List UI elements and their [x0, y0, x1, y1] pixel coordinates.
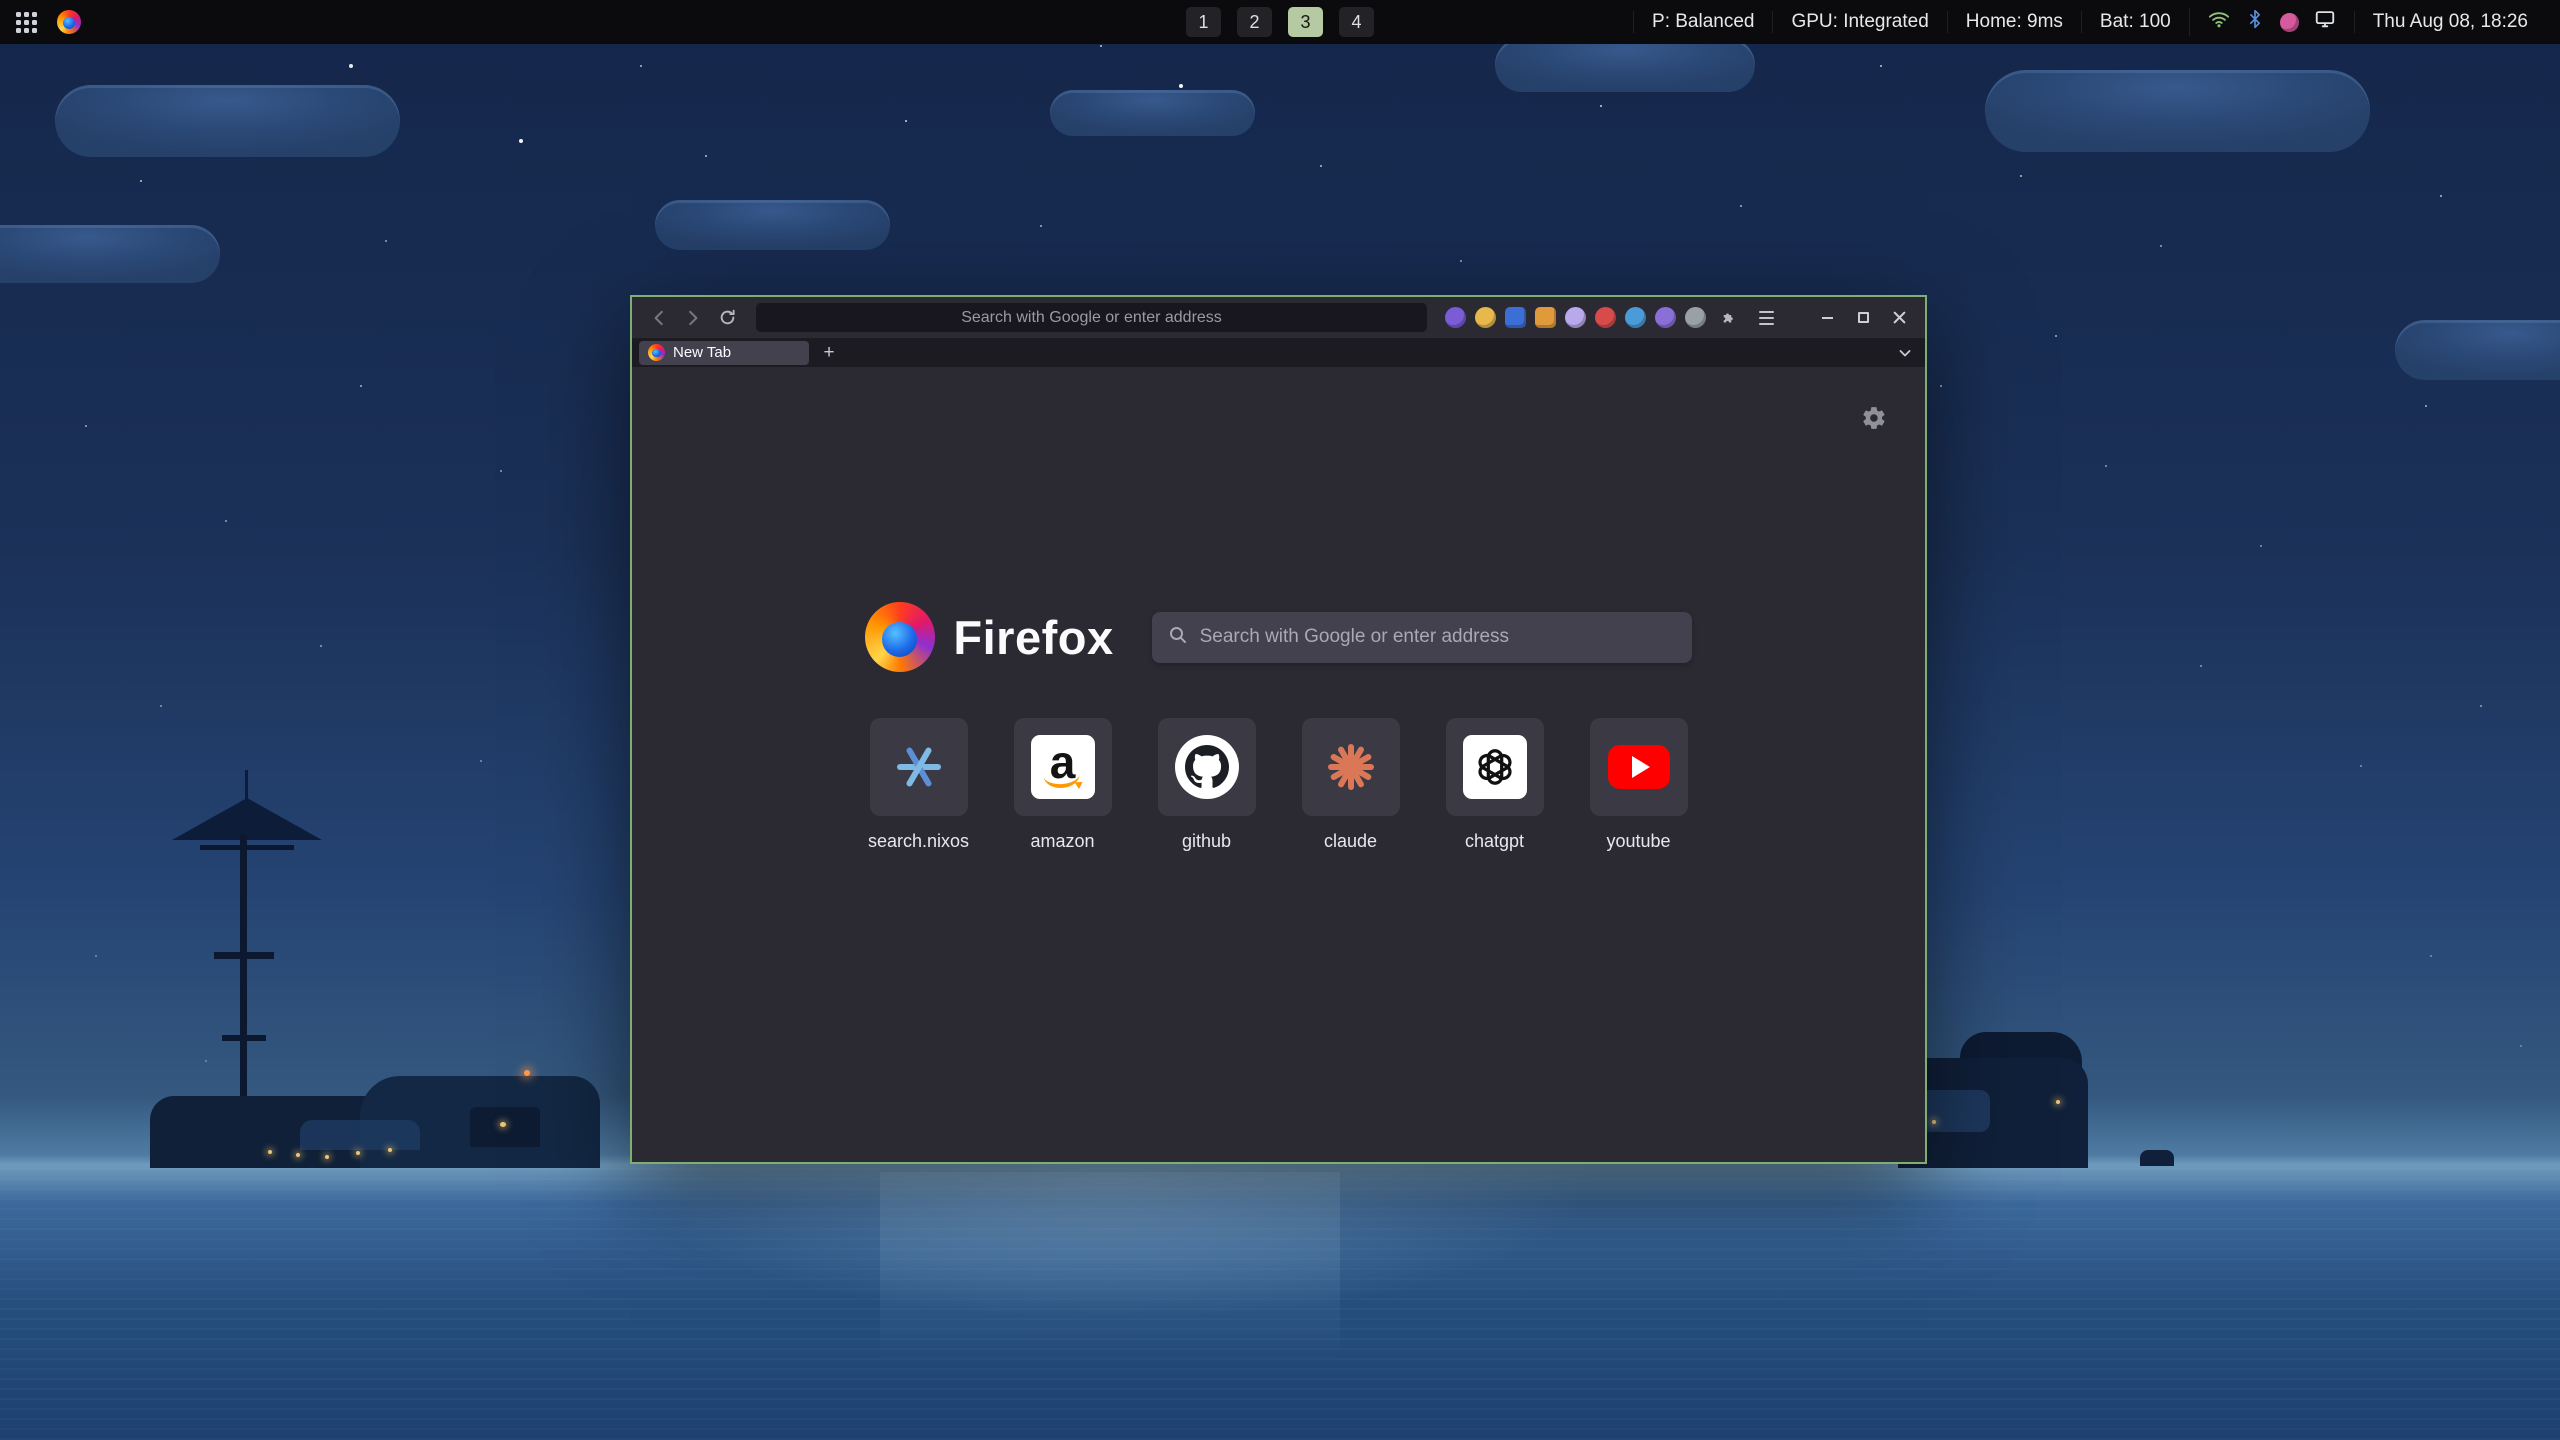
- url-bar[interactable]: [756, 303, 1427, 332]
- dock-light: [296, 1153, 300, 1157]
- reload-button[interactable]: [712, 304, 742, 332]
- shortcut-search-nixos[interactable]: search.nixos: [870, 718, 968, 852]
- workspace-1[interactable]: 1: [1186, 7, 1221, 37]
- firefox-window: New Tab + Firefox: [630, 295, 1927, 1164]
- tab-new-tab[interactable]: New Tab: [639, 341, 809, 365]
- back-button[interactable]: [644, 304, 674, 332]
- claude-icon: [1325, 741, 1377, 793]
- island-light: [2056, 1100, 2060, 1104]
- extension-icon-9[interactable]: [1685, 307, 1706, 328]
- browser-toolbar: [632, 297, 1925, 338]
- extension-icon-2[interactable]: [1475, 307, 1496, 328]
- shortcut-claude[interactable]: claude: [1302, 718, 1400, 852]
- newtab-hero: Firefox: [632, 602, 1925, 672]
- workspace-4[interactable]: 4: [1339, 7, 1374, 37]
- tab-strip: New Tab +: [632, 338, 1925, 367]
- cloud: [55, 85, 400, 157]
- shortcut-amazon[interactable]: a amazon: [1014, 718, 1112, 852]
- ping-status: Home: 9ms: [1947, 11, 2081, 33]
- cloud: [1495, 38, 1755, 92]
- extensions-puzzle-icon[interactable]: [1715, 304, 1743, 332]
- newtab-search-input[interactable]: [1200, 626, 1676, 648]
- shortcut-label: search.nixos: [868, 831, 969, 852]
- shortcut-label: amazon: [1030, 831, 1094, 852]
- desktop: 1 2 3 4 P: Balanced GPU: Integrated Home…: [0, 0, 2560, 1440]
- shortcut-youtube[interactable]: youtube: [1590, 718, 1688, 852]
- dock-light: [356, 1151, 360, 1155]
- clock: Thu Aug 08, 18:26: [2354, 11, 2546, 33]
- close-button[interactable]: [1885, 305, 1913, 331]
- hut: [470, 1107, 540, 1147]
- bluetooth-icon[interactable]: [2245, 9, 2265, 35]
- newtab-search-bar[interactable]: [1152, 612, 1692, 663]
- maximize-button[interactable]: [1849, 305, 1877, 331]
- shortcut-label: chatgpt: [1465, 831, 1524, 852]
- new-tab-button[interactable]: +: [816, 341, 842, 365]
- pink-indicator-icon[interactable]: [2280, 13, 2299, 32]
- forward-button[interactable]: [678, 304, 708, 332]
- shortcut-grid: search.nixos a amazon: [632, 718, 1925, 852]
- status-bar-right: P: Balanced GPU: Integrated Home: 9ms Ba…: [1633, 8, 2560, 36]
- firefox-logo: [865, 602, 935, 672]
- extension-icon-6[interactable]: [1595, 307, 1616, 328]
- cloud: [0, 225, 220, 283]
- settings-gear-icon[interactable]: [1861, 405, 1887, 436]
- amazon-icon: a: [1031, 735, 1095, 799]
- extension-icon-5[interactable]: [1565, 307, 1586, 328]
- menu-icon[interactable]: [1752, 304, 1780, 332]
- cloud: [1985, 70, 2370, 152]
- firefox-wordmark: Firefox: [953, 610, 1113, 665]
- dock-light: [388, 1148, 392, 1152]
- search-icon: [1168, 625, 1188, 650]
- battery-status: Bat: 100: [2081, 11, 2189, 33]
- tower-light: [524, 1070, 530, 1076]
- apps-grid-icon[interactable]: [16, 12, 37, 33]
- workspace-switcher: 1 2 3 4: [1186, 7, 1374, 37]
- extension-icon-1[interactable]: [1445, 307, 1466, 328]
- extension-icon-8[interactable]: [1655, 307, 1676, 328]
- extension-icon-4[interactable]: [1535, 307, 1556, 328]
- cloud: [1050, 90, 1255, 136]
- cloud: [2395, 320, 2560, 380]
- github-icon: [1175, 735, 1239, 799]
- shortcut-chatgpt[interactable]: chatgpt: [1446, 718, 1544, 852]
- hut-light: [500, 1122, 506, 1127]
- extension-icon-7[interactable]: [1625, 307, 1646, 328]
- url-input[interactable]: [756, 303, 1427, 332]
- shortcut-github[interactable]: github: [1158, 718, 1256, 852]
- nixos-icon: [893, 741, 945, 793]
- workspace-3[interactable]: 3: [1288, 7, 1323, 37]
- window-controls: [1813, 305, 1913, 331]
- water-reflection: [880, 1172, 1340, 1382]
- chatgpt-icon: [1463, 735, 1527, 799]
- dock-light: [325, 1155, 329, 1159]
- minimize-button[interactable]: [1813, 305, 1841, 331]
- cloud: [655, 200, 890, 250]
- workspace-2[interactable]: 2: [1237, 7, 1272, 37]
- status-bar-left: [0, 10, 81, 34]
- extension-icon-3[interactable]: [1505, 307, 1526, 328]
- youtube-icon: [1608, 745, 1670, 789]
- shortcut-label: youtube: [1606, 831, 1670, 852]
- new-tab-page: Firefox search.nixos: [632, 367, 1925, 1162]
- firefox-tab-icon: [648, 344, 665, 361]
- gpu-status: GPU: Integrated: [1772, 11, 1946, 33]
- extensions-cluster: [1445, 304, 1780, 332]
- display-icon[interactable]: [2314, 8, 2336, 36]
- dock-light: [268, 1150, 272, 1154]
- shortcut-label: claude: [1324, 831, 1377, 852]
- shortcut-label: github: [1182, 831, 1231, 852]
- wifi-icon[interactable]: [2208, 8, 2230, 36]
- island-light: [1932, 1120, 1936, 1124]
- tab-title: New Tab: [673, 344, 731, 361]
- status-icons: [2189, 8, 2354, 36]
- power-profile-status: P: Balanced: [1633, 11, 1772, 33]
- watchtower-roof: [172, 798, 322, 840]
- status-bar: 1 2 3 4 P: Balanced GPU: Integrated Home…: [0, 0, 2560, 44]
- firefox-launcher-icon[interactable]: [57, 10, 81, 34]
- tab-chevron-icon[interactable]: [1892, 341, 1918, 365]
